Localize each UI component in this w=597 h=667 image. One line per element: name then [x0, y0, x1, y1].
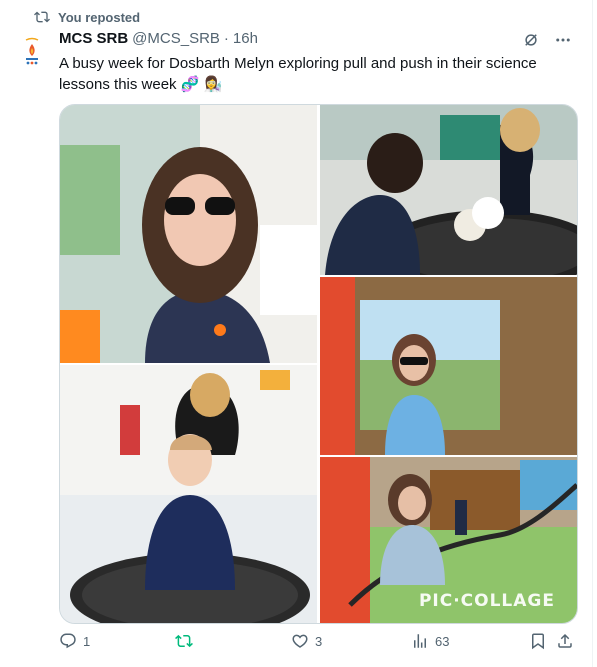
- post-time[interactable]: 16h: [233, 30, 258, 47]
- photo-boy-trampoline: [60, 365, 317, 623]
- repost-button[interactable]: [175, 632, 199, 650]
- bookmark-icon: [529, 632, 547, 650]
- photo-girl-mirror: [320, 277, 577, 455]
- share-icon: [556, 632, 574, 650]
- repost-label: You reposted: [58, 9, 141, 25]
- author-handle[interactable]: @MCS_SRB: [132, 30, 220, 47]
- views-count: 63: [435, 633, 450, 649]
- reply-count: 1: [83, 633, 91, 649]
- share-button[interactable]: [556, 632, 574, 650]
- more-options-icon[interactable]: [554, 31, 572, 49]
- media-collage[interactable]: PIC·COLLAGE: [59, 104, 578, 624]
- collage-image: [60, 105, 577, 623]
- author-row: MCS SRB @MCS_SRB · 16h: [59, 30, 258, 47]
- photo-footballs-trampoline: [320, 105, 577, 290]
- like-count: 3: [315, 633, 323, 649]
- reply-icon: [59, 632, 77, 650]
- photo-girl-sunglasses: [60, 105, 317, 363]
- top-right-controls: [522, 31, 572, 49]
- avatar[interactable]: [12, 32, 52, 72]
- reply-button[interactable]: 1: [59, 632, 90, 650]
- grok-icon[interactable]: [522, 31, 540, 49]
- tweet-emojis: 🧬 👩‍🔬: [180, 76, 223, 93]
- author-name[interactable]: MCS SRB: [59, 30, 128, 47]
- repost-action-icon: [175, 632, 193, 650]
- views-button[interactable]: 63: [411, 632, 449, 650]
- collage-watermark: PIC·COLLAGE: [418, 591, 555, 611]
- analytics-icon: [411, 632, 429, 650]
- action-bar: 1 3 63: [59, 632, 579, 658]
- tweet-container[interactable]: You reposted MCS SRB @MCS_SRB · 16h A bu…: [0, 0, 593, 667]
- repost-icon: [34, 9, 50, 25]
- tweet-text: A busy week for Dosbarth Melyn exploring…: [59, 53, 569, 95]
- repost-indicator: You reposted: [34, 9, 140, 25]
- separator-dot: ·: [223, 30, 229, 47]
- like-button[interactable]: 3: [291, 632, 322, 650]
- bookmark-button[interactable]: [529, 632, 547, 650]
- heart-icon: [291, 632, 309, 650]
- tweet-body: A busy week for Dosbarth Melyn exploring…: [59, 55, 537, 93]
